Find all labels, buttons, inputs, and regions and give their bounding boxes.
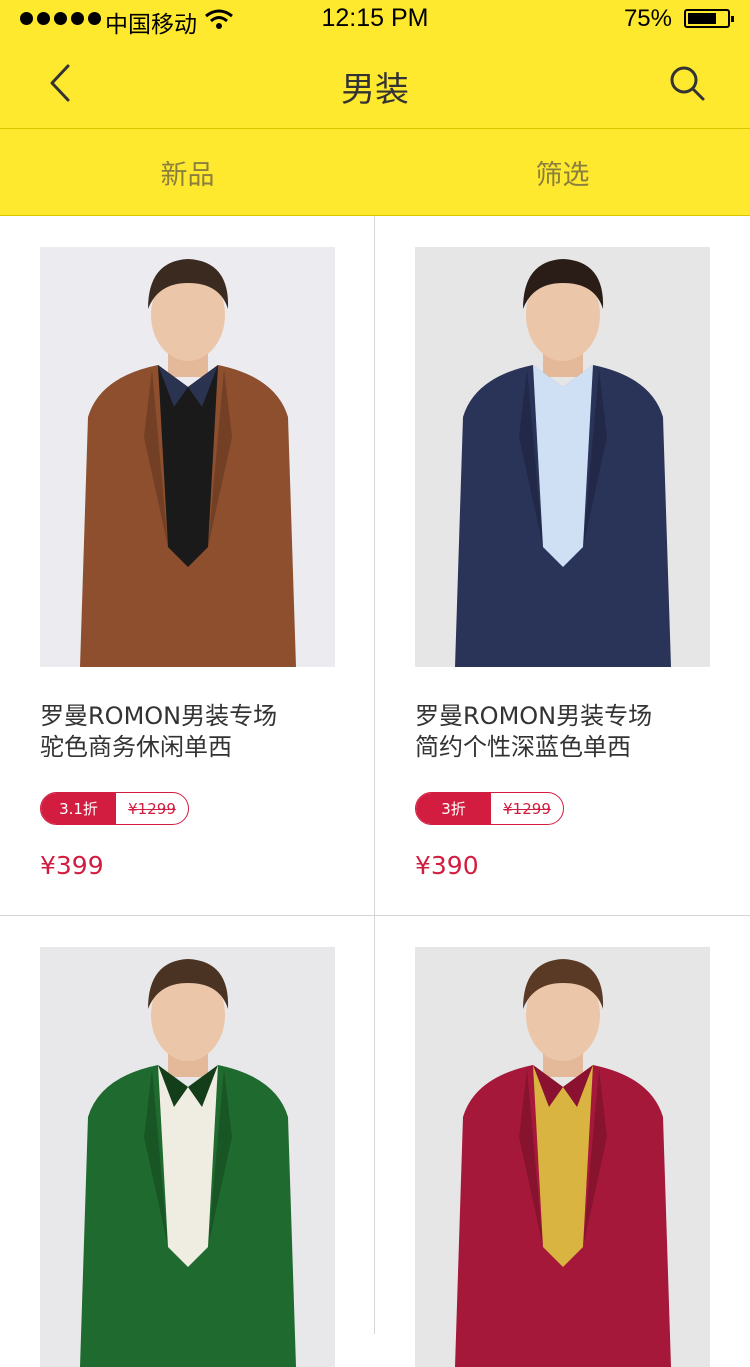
column-divider [374,216,375,1334]
product-grid: 罗曼ROMON男装专场 驼色商务休闲单西 3.1折 ¥1299 ¥399 罗曼R… [0,216,750,1367]
model-illustration [455,959,671,1367]
product-image [415,947,710,1367]
discount-rate: 3折 [416,793,491,824]
original-price: ¥1299 [128,799,176,818]
tab-filter[interactable]: 筛选 [375,129,750,215]
battery-fill [688,13,716,24]
product-card[interactable] [40,947,335,1367]
sale-price: ¥399 [40,851,104,880]
status-bar: 中国移动 12:15 PM 75% [0,0,750,40]
model-illustration [80,259,296,667]
battery-percent: 75% [623,5,672,32]
sale-price: ¥390 [415,851,479,880]
filter-tabs: 新品 筛选 [0,128,750,216]
product-title-line: 简约个性深蓝色单西 [415,733,631,761]
battery-icon [684,9,734,28]
product-title-line: 罗曼ROMON男装专场 [40,702,278,730]
page-title: 男装 [341,70,409,110]
product-image [40,247,335,667]
discount-badge: 3折 ¥1299 [415,792,564,825]
tab-new-arrivals[interactable]: 新品 [0,129,375,215]
product-card[interactable] [415,947,710,1367]
row-divider [0,915,750,916]
discount-rate: 3.1折 [41,793,116,824]
model-illustration [455,259,671,667]
search-icon [670,66,705,101]
model-illustration [80,959,296,1367]
header-bar: 中国移动 12:15 PM 75% 男装 [0,0,750,128]
discount-badge: 3.1折 ¥1299 [40,792,189,825]
product-image [40,947,335,1367]
product-title: 罗曼ROMON男装专场 驼色商务休闲单西 [40,701,335,763]
product-image [415,247,710,667]
product-title: 罗曼ROMON男装专场 简约个性深蓝色单西 [415,701,710,763]
search-button[interactable] [664,60,710,106]
product-title-line: 驼色商务休闲单西 [40,733,232,761]
product-card[interactable]: 罗曼ROMON男装专场 简约个性深蓝色单西 3折 ¥1299 ¥390 [415,247,710,880]
original-price: ¥1299 [503,799,551,818]
product-title-line: 罗曼ROMON男装专场 [415,702,653,730]
product-card[interactable]: 罗曼ROMON男装专场 驼色商务休闲单西 3.1折 ¥1299 ¥399 [40,247,335,880]
